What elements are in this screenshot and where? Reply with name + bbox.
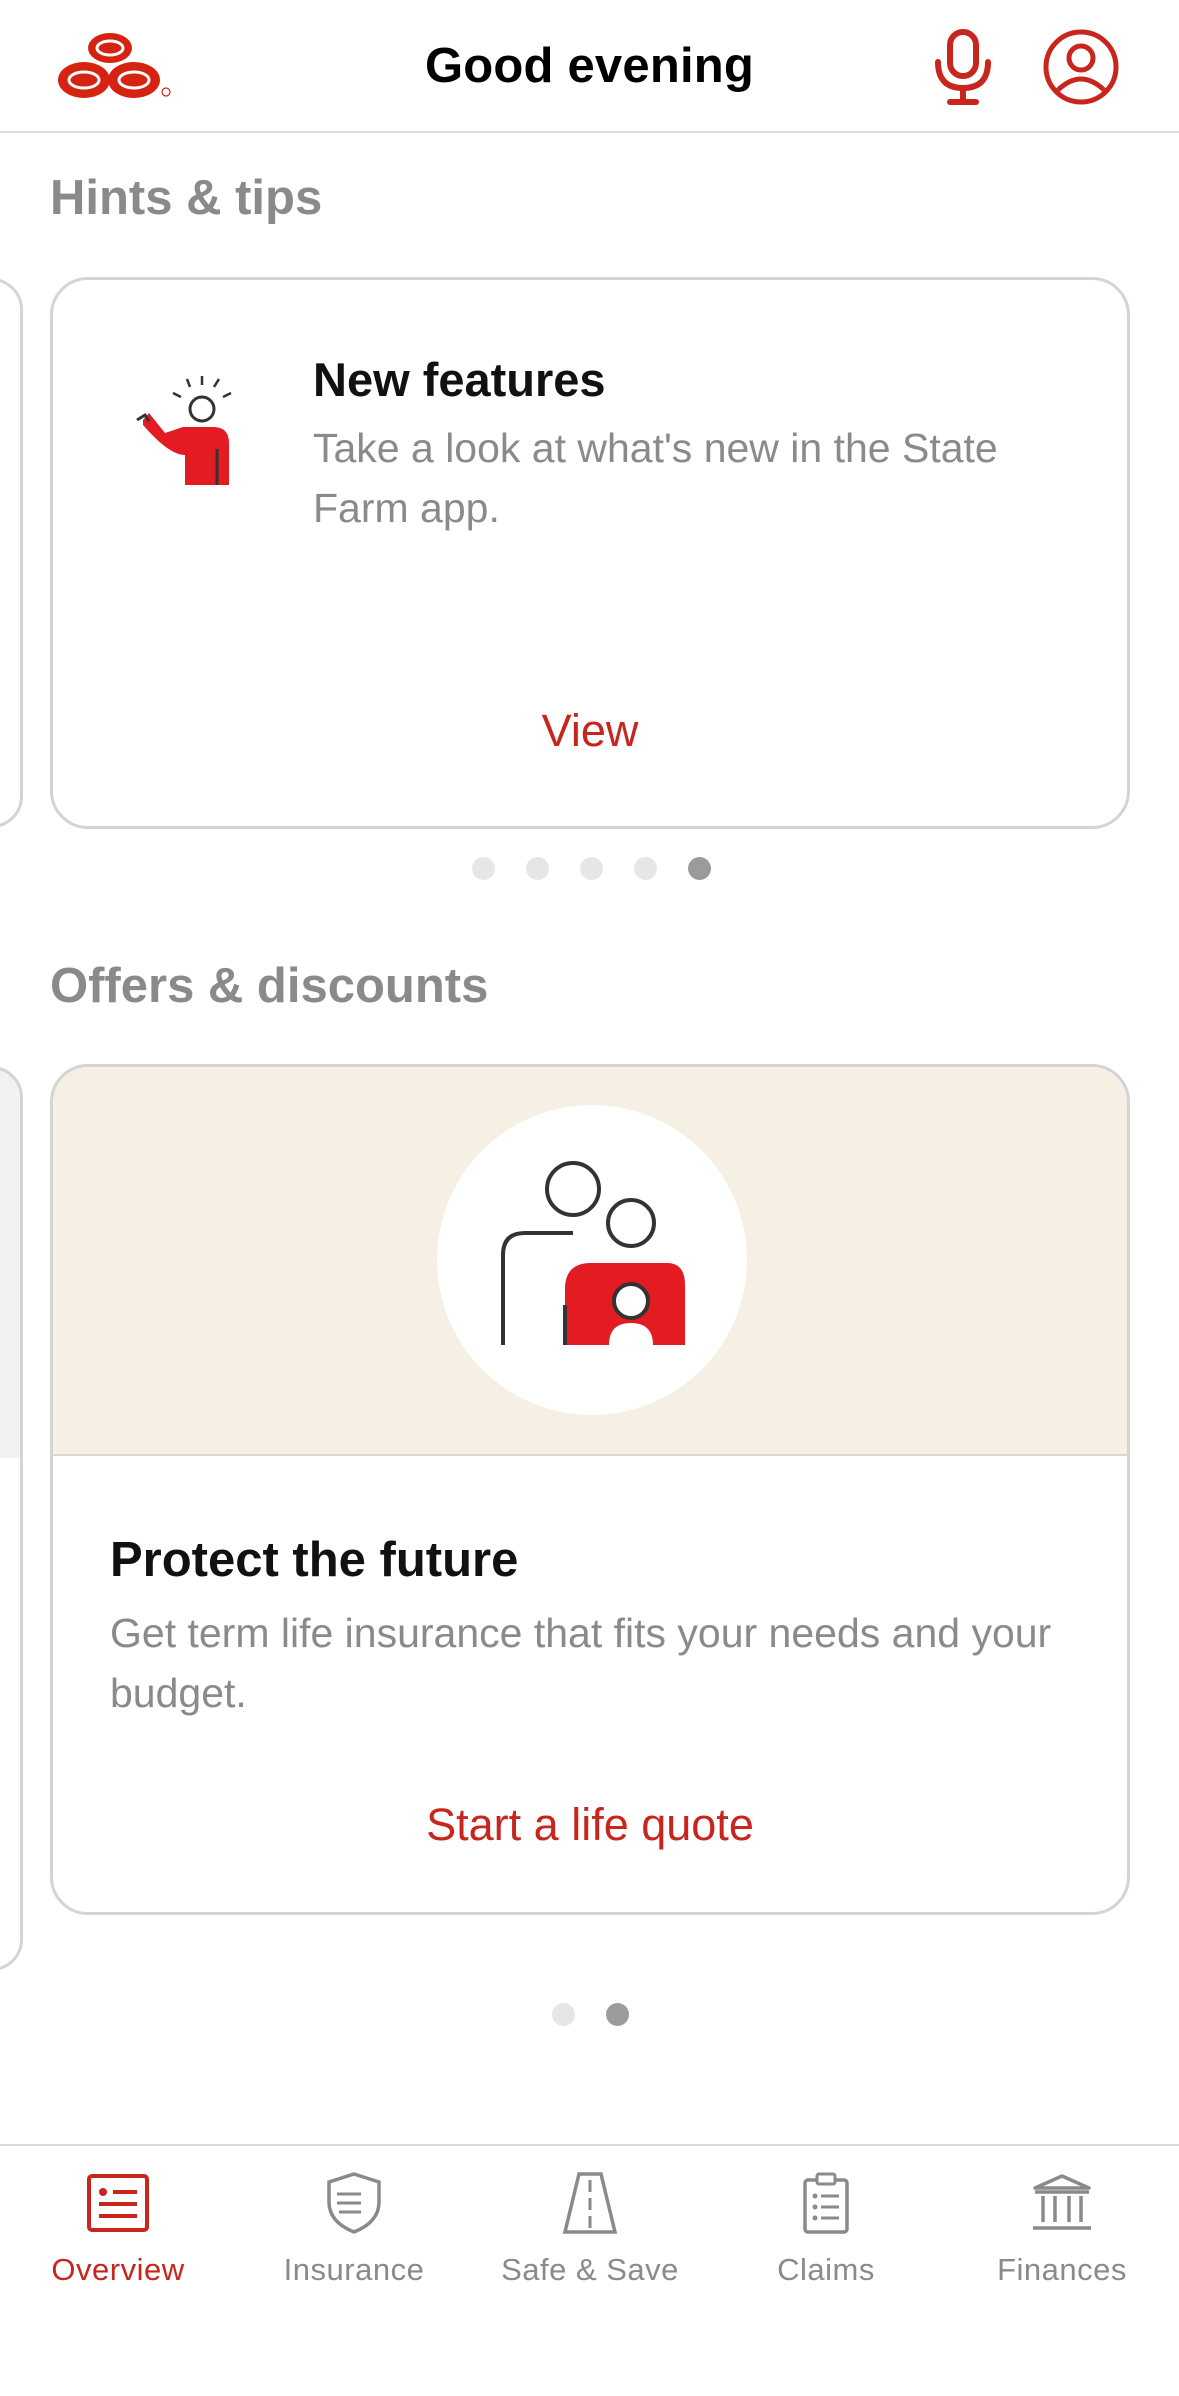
offer-illustration-banner — [53, 1067, 1127, 1456]
pager-dot[interactable] — [634, 857, 657, 880]
tab-label: Claims — [777, 2252, 875, 2287]
new-features-card[interactable]: New features Take a look at what's new i… — [50, 277, 1130, 829]
offer-illustration-circle — [437, 1105, 747, 1415]
hint-card-title: New features — [313, 353, 606, 406]
pager-dot-active[interactable] — [688, 857, 711, 880]
pager-dot-active[interactable] — [606, 2003, 629, 2026]
offers-section-title: Offers & discounts — [50, 959, 489, 1013]
top-header: Good evening — [0, 0, 1179, 133]
previous-hint-card-peek[interactable] — [0, 278, 23, 828]
tab-label: Finances — [997, 2252, 1127, 2287]
life-quote-offer-card[interactable]: Protect the future Get term life insuran… — [50, 1064, 1130, 1915]
pager-dot[interactable] — [526, 857, 549, 880]
person-idea-icon — [136, 376, 232, 485]
previous-offer-card-peek[interactable] — [0, 1066, 23, 1971]
tab-label: Overview — [51, 2252, 185, 2287]
page-title: Good evening — [424, 39, 755, 93]
microphone-icon[interactable] — [930, 28, 996, 106]
view-button[interactable]: View — [53, 705, 1127, 757]
profile-icon[interactable] — [1042, 28, 1120, 106]
road-icon — [562, 2172, 618, 2234]
hint-card-description: Take a look at what's new in the State F… — [313, 425, 998, 531]
start-life-quote-button[interactable]: Start a life quote — [53, 1799, 1127, 1851]
pager-dot[interactable] — [580, 857, 603, 880]
hints-section-title: Hints & tips — [50, 171, 323, 225]
overview-icon — [87, 2174, 149, 2232]
tab-insurance[interactable]: Insurance — [236, 2170, 472, 2288]
family-icon — [501, 1161, 685, 1345]
tab-safe-and-save[interactable]: Safe & Save — [472, 2170, 708, 2288]
offers-pager[interactable] — [552, 2003, 629, 2026]
tab-finances[interactable]: Finances — [944, 2170, 1179, 2288]
clipboard-icon — [803, 2172, 849, 2234]
bank-icon — [1033, 2174, 1091, 2230]
hints-pager[interactable] — [472, 857, 711, 880]
tab-label: Insurance — [283, 2252, 425, 2287]
pager-dot[interactable] — [552, 2003, 575, 2026]
pager-dot[interactable] — [472, 857, 495, 880]
offer-card-description: Get term life insurance that fits your n… — [110, 1610, 1052, 1716]
bottom-tab-bar: Overview Insurance Safe & Save Claims Fi… — [0, 2144, 1179, 2396]
tab-label: Safe & Save — [501, 2252, 679, 2287]
shield-icon — [327, 2172, 381, 2234]
tab-overview[interactable]: Overview — [0, 2170, 236, 2288]
tab-claims[interactable]: Claims — [708, 2170, 944, 2288]
offer-card-title: Protect the future — [110, 1533, 519, 1587]
